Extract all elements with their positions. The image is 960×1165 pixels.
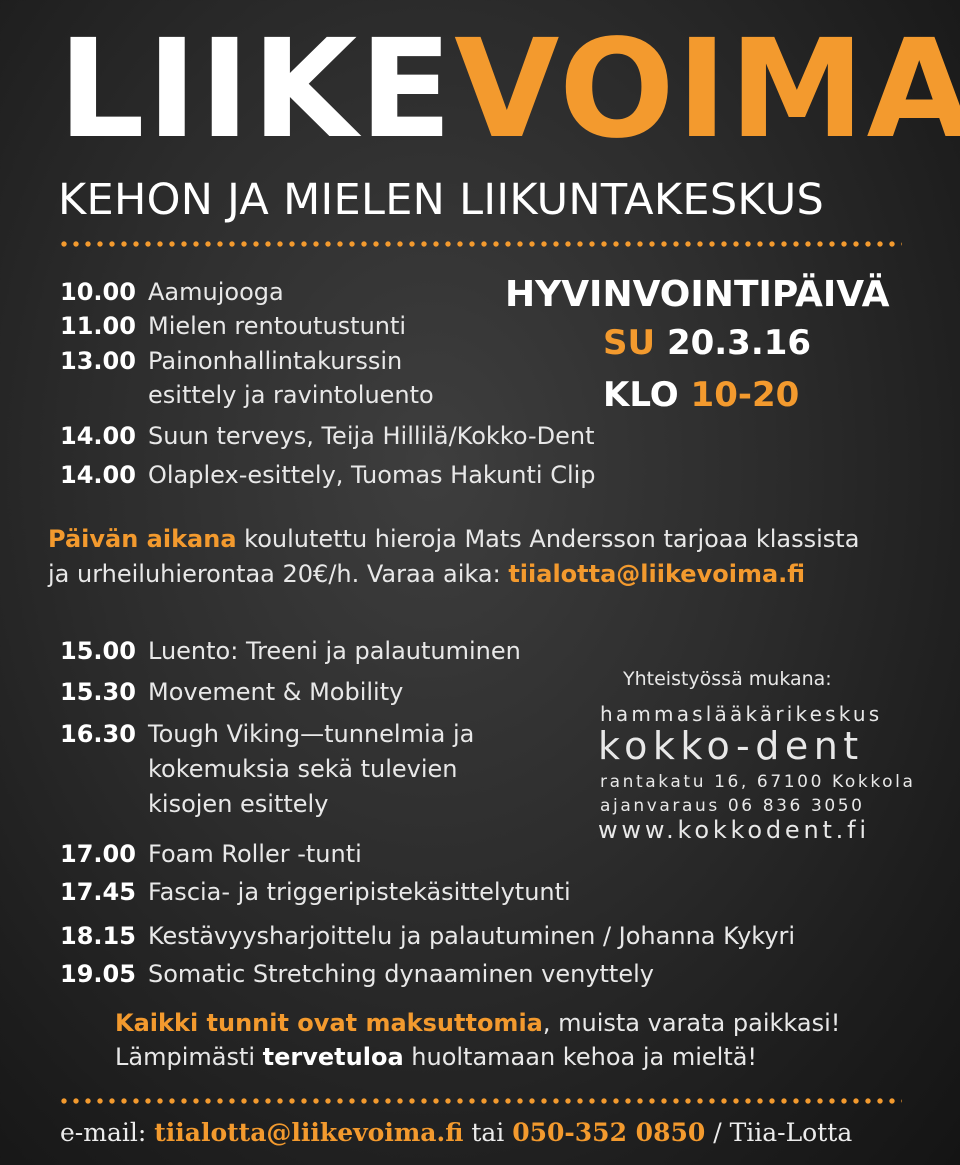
schedule-activity: Kestävyysharjoittelu ja palautuminen / J… — [148, 922, 796, 950]
closing-welcome: tervetuloa — [262, 1043, 404, 1071]
event-hours: 10-20 — [690, 375, 800, 415]
massage-email-link[interactable]: tiialotta@liikevoima.fi — [508, 560, 805, 588]
contact-email-link[interactable]: tiialotta@liikevoima.fi — [154, 1118, 463, 1147]
schedule-row: 13.00 Painonhallintakurssin — [60, 344, 402, 378]
partner-website-link[interactable]: www.kokkodent.fi — [598, 816, 870, 844]
massage-line-2: ja urheiluhierontaa 20€/h. Varaa aika: t… — [48, 557, 805, 591]
closing-text-2c: huoltamaan kehoa ja mieltä! — [403, 1043, 758, 1071]
schedule-row: 17.45 Fascia- ja triggeripistekäsittelytu… — [60, 875, 571, 909]
closing-line-1: Kaikki tunnit ovat maksuttomia, muista v… — [115, 1006, 840, 1040]
schedule-time: 11.00 — [60, 312, 136, 340]
closing-text-2a: Lämpimästi — [115, 1043, 263, 1071]
schedule-activity: Mielen rentoutustunti — [148, 312, 407, 340]
massage-line-1: Päivän aikana koulutettu hieroja Mats An… — [48, 522, 859, 556]
dotted-divider-bottom — [58, 1098, 902, 1104]
contact-label: e-mail: — [60, 1118, 155, 1147]
schedule-activity: Somatic Stretching dynaaminen venyttely — [148, 960, 654, 988]
schedule-activity-cont: kokemuksia sekä tulevien — [148, 755, 458, 783]
logo: LIIKEVOIMA — [58, 10, 960, 170]
schedule-activity: Olaplex-esittely, Tuomas Hakunti Clip — [148, 461, 596, 489]
event-time: KLO 10-20 — [603, 375, 799, 415]
event-klo: KLO — [603, 375, 679, 415]
schedule-row: 11.00 Mielen rentoutustunti — [60, 309, 406, 343]
schedule-activity-cont: kisojen esittely — [148, 790, 329, 818]
schedule-time: 13.00 — [60, 347, 136, 375]
partner-lead: Yhteistyössä mukana: — [623, 668, 832, 690]
closing-line-2: Lämpimästi tervetuloa huoltamaan kehoa j… — [115, 1040, 757, 1074]
schedule-row: 14.00 Olaplex-esittely, Tuomas Hakunti Cl… — [60, 458, 596, 492]
schedule-row: 17.00 Foam Roller -tunti — [60, 837, 362, 871]
schedule-time: 15.30 — [60, 678, 136, 706]
subtitle: KEHON JA MIELEN LIIKUNTAKESKUS — [58, 175, 825, 225]
schedule-time: 19.05 — [60, 960, 136, 988]
event-date-value: 20.3.16 — [666, 323, 812, 363]
massage-highlight: Päivän aikana — [48, 525, 237, 553]
partner-name-line2: kokko-dent — [598, 724, 864, 768]
schedule-activity: Luento: Treeni ja palautuminen — [148, 637, 521, 665]
schedule-row: 14.00 Suun terveys, Teija Hillilä/Kokko-D… — [60, 419, 595, 453]
schedule-time: 17.00 — [60, 840, 136, 868]
schedule-time: 17.45 — [60, 878, 136, 906]
schedule-time: 14.00 — [60, 461, 136, 489]
schedule-activity: Tough Viking—tunnelmia ja — [148, 720, 475, 748]
schedule-row: 19.05 Somatic Stretching dynaaminen venyt… — [60, 957, 654, 991]
dotted-divider-top — [58, 241, 902, 247]
schedule-row: 10.00 Aamujooga — [60, 275, 284, 309]
schedule-activity: Aamujooga — [148, 278, 284, 306]
logo-part-voima: VOIMA — [454, 11, 960, 169]
contact-name: / Tiia-Lotta — [705, 1118, 853, 1147]
schedule-activity: Suun terveys, Teija Hillilä/Kokko-Dent — [148, 422, 595, 450]
contact-line: e-mail: tiialotta@liikevoima.fi tai 050-… — [60, 1118, 852, 1147]
schedule-activity: Fascia- ja triggeripistekäsittelytunti — [148, 878, 571, 906]
closing-text-1: , muista varata paikkasi! — [542, 1009, 841, 1037]
massage-text-2: ja urheiluhierontaa 20€/h. Varaa aika: — [48, 560, 509, 588]
schedule-activity: Foam Roller -tunti — [148, 840, 362, 868]
event-title: HYVINVOINTIPÄIVÄ — [505, 274, 890, 315]
schedule-row: 15.00 Luento: Treeni ja palautuminen — [60, 634, 521, 668]
event-day: SU — [603, 323, 656, 363]
schedule-activity-cont: esittely ja ravintoluento — [148, 381, 434, 409]
partner-name-line1: hammaslääkärikeskus — [600, 702, 883, 726]
schedule-time: 10.00 — [60, 278, 136, 306]
schedule-activity: Painonhallintakurssin — [148, 347, 403, 375]
schedule-row: 18.15 Kestävyysharjoittelu ja palautumine… — [60, 919, 795, 953]
contact-separator: tai — [463, 1118, 513, 1147]
schedule-time: 15.00 — [60, 637, 136, 665]
massage-text-1: koulutettu hieroja Mats Andersson tarjoa… — [236, 525, 860, 553]
schedule-time: 14.00 — [60, 422, 136, 450]
schedule-time: 16.30 — [60, 720, 136, 748]
schedule-row: 16.30 Tough Viking—tunnelmia ja — [60, 717, 474, 751]
partner-address: rantakatu 16, 67100 Kokkola — [600, 772, 916, 792]
schedule-row: 15.30 Movement & Mobility — [60, 675, 403, 709]
partner-booking: ajanvaraus 06 836 3050 — [600, 796, 865, 816]
event-date: SU 20.3.16 — [603, 323, 811, 363]
schedule-activity: Movement & Mobility — [148, 678, 404, 706]
closing-highlight: Kaikki tunnit ovat maksuttomia — [115, 1009, 543, 1037]
logo-part-liike: LIIKE — [58, 11, 455, 169]
contact-phone-link[interactable]: 050-352 0850 — [512, 1118, 705, 1147]
schedule-time: 18.15 — [60, 922, 136, 950]
